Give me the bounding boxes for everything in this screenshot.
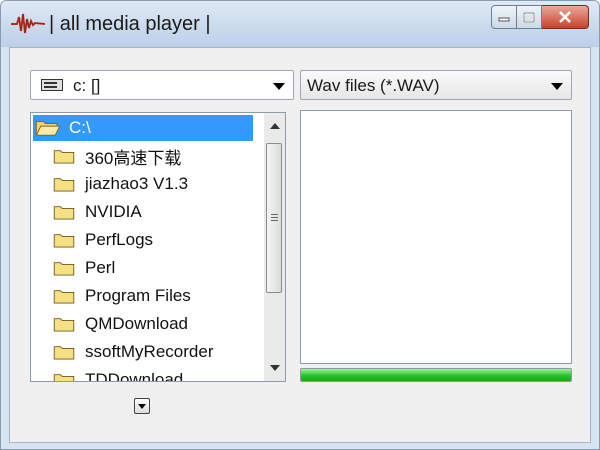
progress-fill xyxy=(301,369,571,381)
scroll-down-arrow-icon[interactable] xyxy=(270,365,280,371)
file-type-filter-value: Wav files (*.WAV) xyxy=(307,76,440,95)
file-type-filter[interactable]: Wav files (*.WAV) xyxy=(300,70,572,100)
app-window: | all media player | c: [] Wav files (*.… xyxy=(0,0,600,450)
directory-item-label: Program Files xyxy=(85,286,191,305)
grip-line xyxy=(271,214,278,215)
directory-item[interactable]: TDDownload xyxy=(53,367,184,382)
drive-icon xyxy=(41,79,63,91)
folder-icon xyxy=(53,150,75,164)
directory-item[interactable]: QMDownload xyxy=(53,311,188,337)
folder-icon xyxy=(53,374,75,381)
folder-icon xyxy=(53,178,75,192)
scrollbar-thumb[interactable] xyxy=(266,143,282,293)
folder-icon xyxy=(53,206,75,220)
maximize-icon xyxy=(523,11,535,23)
directory-item-label: jiazhao3 V1.3 xyxy=(85,174,189,193)
directory-list[interactable]: C:\ 360高速下载 jiazhao3 V1.3 NVIDIA PerfLog… xyxy=(30,112,286,382)
client-area: c: [] Wav files (*.WAV) C:\ 360高速下载 jiaz xyxy=(9,47,591,443)
minimize-button[interactable] xyxy=(491,5,517,29)
directory-item[interactable]: Perl xyxy=(53,255,115,281)
chevron-down-icon xyxy=(551,83,563,90)
directory-item[interactable]: Program Files xyxy=(53,283,191,309)
directory-item[interactable]: 360高速下载 xyxy=(53,143,181,169)
drive-selector-value: c: [] xyxy=(73,76,101,95)
folder-icon xyxy=(53,318,75,332)
folder-icon xyxy=(53,290,75,304)
folder-icon xyxy=(53,346,75,360)
window-title: | all media player | xyxy=(49,13,211,35)
directory-item[interactable]: jiazhao3 V1.3 xyxy=(53,171,188,197)
directory-item-label: 360高速下载 xyxy=(85,148,182,168)
expand-button[interactable] xyxy=(134,398,150,414)
playback-progress-bar xyxy=(300,368,572,382)
folder-icon xyxy=(53,262,75,276)
directory-item[interactable]: ssoftMyRecorder xyxy=(53,339,213,365)
grip-line xyxy=(271,220,278,221)
waveform-icon xyxy=(11,13,45,34)
directory-item[interactable]: NVIDIA xyxy=(53,199,142,225)
scroll-up-arrow-icon[interactable] xyxy=(270,123,280,129)
grip-line xyxy=(271,217,278,218)
directory-item-label: Perl xyxy=(85,258,116,277)
directory-item-label: QMDownload xyxy=(85,314,188,333)
minimize-icon xyxy=(498,17,510,22)
file-list[interactable] xyxy=(300,110,572,364)
directory-item-label: ssoftMyRecorder xyxy=(85,342,214,361)
title-bar[interactable]: | all media player | xyxy=(1,1,599,47)
directory-item-label: NVIDIA xyxy=(85,202,142,221)
chevron-down-icon xyxy=(273,83,285,90)
folder-icon xyxy=(53,234,75,248)
close-button[interactable] xyxy=(542,5,589,29)
close-icon xyxy=(559,11,571,23)
directory-item-label: C:\ xyxy=(69,118,91,137)
maximize-button[interactable] xyxy=(517,5,542,29)
directory-item-root[interactable]: C:\ xyxy=(33,115,253,141)
drive-selector[interactable]: c: [] xyxy=(30,70,294,100)
open-folder-icon xyxy=(35,121,61,136)
directory-item[interactable]: PerfLogs xyxy=(53,227,153,253)
window-controls xyxy=(491,5,589,29)
chevron-down-icon xyxy=(138,404,146,409)
directory-item-label: PerfLogs xyxy=(85,230,154,249)
directory-list-scrollbar[interactable] xyxy=(264,112,286,382)
directory-item-label: TDDownload xyxy=(85,370,184,382)
